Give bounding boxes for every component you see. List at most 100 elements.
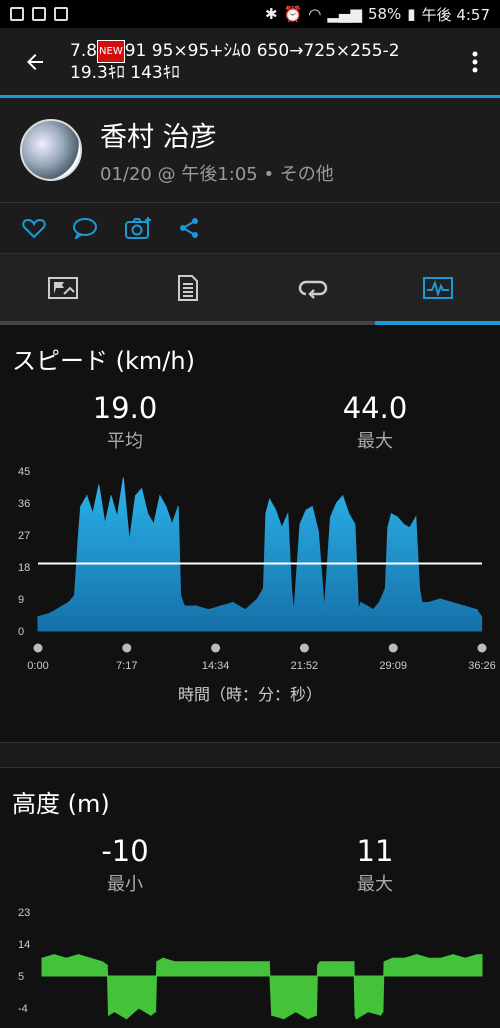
data-point bbox=[451, 602, 453, 604]
y-tick-label: 27 bbox=[18, 530, 30, 542]
data-point bbox=[113, 1011, 116, 1013]
x-tick-label: 29:09 bbox=[379, 660, 407, 672]
x-tick-label: 14:34 bbox=[202, 660, 230, 672]
tab-stats[interactable] bbox=[125, 254, 250, 325]
data-point bbox=[262, 587, 265, 589]
data-point bbox=[155, 1011, 157, 1013]
y-tick-label: 9 bbox=[18, 594, 24, 606]
data-point bbox=[317, 964, 319, 966]
data-point bbox=[208, 609, 210, 611]
data-point bbox=[222, 961, 224, 963]
data-point bbox=[116, 516, 118, 518]
user-name[interactable]: 香村 治彦 bbox=[100, 115, 334, 154]
data-point bbox=[481, 616, 483, 618]
data-point bbox=[421, 602, 423, 604]
data-point bbox=[162, 957, 164, 959]
comment-button[interactable] bbox=[72, 217, 98, 239]
like-button[interactable] bbox=[22, 217, 46, 239]
overflow-menu-button[interactable] bbox=[450, 28, 500, 96]
data-point bbox=[110, 495, 112, 497]
avg-speed-value: 19.0 bbox=[92, 391, 158, 425]
battery-percent: 58% bbox=[367, 5, 402, 23]
data-point bbox=[80, 506, 82, 508]
data-point bbox=[232, 602, 234, 604]
section-divider bbox=[0, 742, 500, 768]
speed-chart[interactable]: 45 36 27 18 9 0 0:00 7:17 14:34 21:52 29:09 36:26 bbox=[0, 461, 500, 681]
new-badge: NEW bbox=[97, 40, 125, 63]
data-point bbox=[106, 964, 108, 966]
data-point bbox=[415, 516, 417, 518]
data-point bbox=[439, 598, 441, 600]
data-point bbox=[476, 609, 478, 611]
x-tick-dot bbox=[299, 643, 309, 653]
data-point bbox=[180, 594, 182, 596]
signal-icon: ▂▄▆ bbox=[327, 5, 362, 23]
min-altitude-label: 最小 bbox=[107, 874, 143, 895]
y-tick-label: 36 bbox=[18, 498, 30, 510]
data-point bbox=[382, 1011, 384, 1013]
data-point bbox=[89, 957, 91, 959]
checkbox-icon bbox=[54, 7, 68, 21]
alarm-icon: ⏰ bbox=[283, 5, 303, 23]
y-tick-label: 23 bbox=[18, 907, 30, 919]
data-point bbox=[404, 957, 406, 959]
avatar[interactable] bbox=[20, 119, 82, 181]
y-tick-label: 45 bbox=[18, 466, 30, 478]
data-point bbox=[92, 513, 94, 515]
data-point bbox=[336, 502, 338, 504]
data-point bbox=[198, 961, 200, 963]
x-tick-dot bbox=[33, 643, 43, 653]
add-photo-button[interactable] bbox=[124, 216, 152, 240]
data-area bbox=[37, 478, 483, 632]
data-point bbox=[195, 605, 197, 607]
data-point bbox=[256, 598, 258, 600]
data-point bbox=[183, 605, 185, 607]
data-point bbox=[275, 509, 277, 511]
x-tick-dot bbox=[122, 643, 132, 653]
max-altitude-value: 11 bbox=[356, 834, 394, 868]
data-point bbox=[138, 1007, 140, 1009]
data-point bbox=[427, 602, 429, 604]
data-point bbox=[165, 506, 167, 508]
data-point bbox=[476, 954, 478, 956]
back-button[interactable] bbox=[0, 28, 70, 96]
camera-plus-icon bbox=[125, 217, 151, 239]
data-point bbox=[210, 961, 212, 963]
data-point bbox=[150, 1014, 152, 1016]
tab-overview[interactable] bbox=[0, 254, 125, 325]
data-point bbox=[360, 602, 362, 604]
x-tick-label: 0:00 bbox=[27, 660, 48, 672]
app-bar: 7.8 NEW 91 95×95+ｼﾑ0 650→725×255-2 19.3ｷﾛ … bbox=[0, 28, 500, 98]
data-point bbox=[342, 495, 344, 497]
data-point bbox=[122, 477, 124, 479]
y-tick-label: -4 bbox=[18, 1003, 28, 1015]
comment-icon bbox=[73, 218, 97, 239]
data-point bbox=[355, 1018, 357, 1020]
data-point bbox=[86, 495, 88, 497]
data-point bbox=[186, 961, 188, 963]
data-point bbox=[37, 616, 39, 618]
data-point bbox=[41, 957, 43, 959]
data-point bbox=[311, 506, 313, 508]
share-button[interactable] bbox=[178, 217, 200, 239]
data-point bbox=[271, 1014, 273, 1016]
activity-date: 01/20 @ 午後1:05 • その他 bbox=[100, 163, 334, 185]
altitude-section: 高度 (m) -10 最小 11 最大 23 14 5 -4 bbox=[0, 768, 500, 1028]
data-point bbox=[348, 513, 350, 515]
data-point bbox=[159, 495, 161, 497]
calendar-icon bbox=[32, 7, 46, 21]
data-point bbox=[366, 605, 368, 607]
tab-charts[interactable] bbox=[375, 254, 500, 325]
clock: 午後 4:57 bbox=[421, 5, 490, 24]
laps-loop-icon bbox=[298, 280, 327, 299]
altitude-chart[interactable]: 23 14 5 -4 bbox=[0, 904, 500, 1024]
data-point bbox=[234, 961, 236, 963]
wifi-icon: ◠ bbox=[308, 5, 322, 23]
data-point bbox=[378, 602, 380, 604]
altitude-title: 高度 (m) bbox=[12, 790, 110, 818]
data-point bbox=[357, 609, 360, 611]
data-point bbox=[293, 612, 295, 614]
tab-laps[interactable] bbox=[250, 254, 375, 325]
data-point bbox=[295, 1011, 297, 1013]
share-icon bbox=[180, 218, 198, 238]
